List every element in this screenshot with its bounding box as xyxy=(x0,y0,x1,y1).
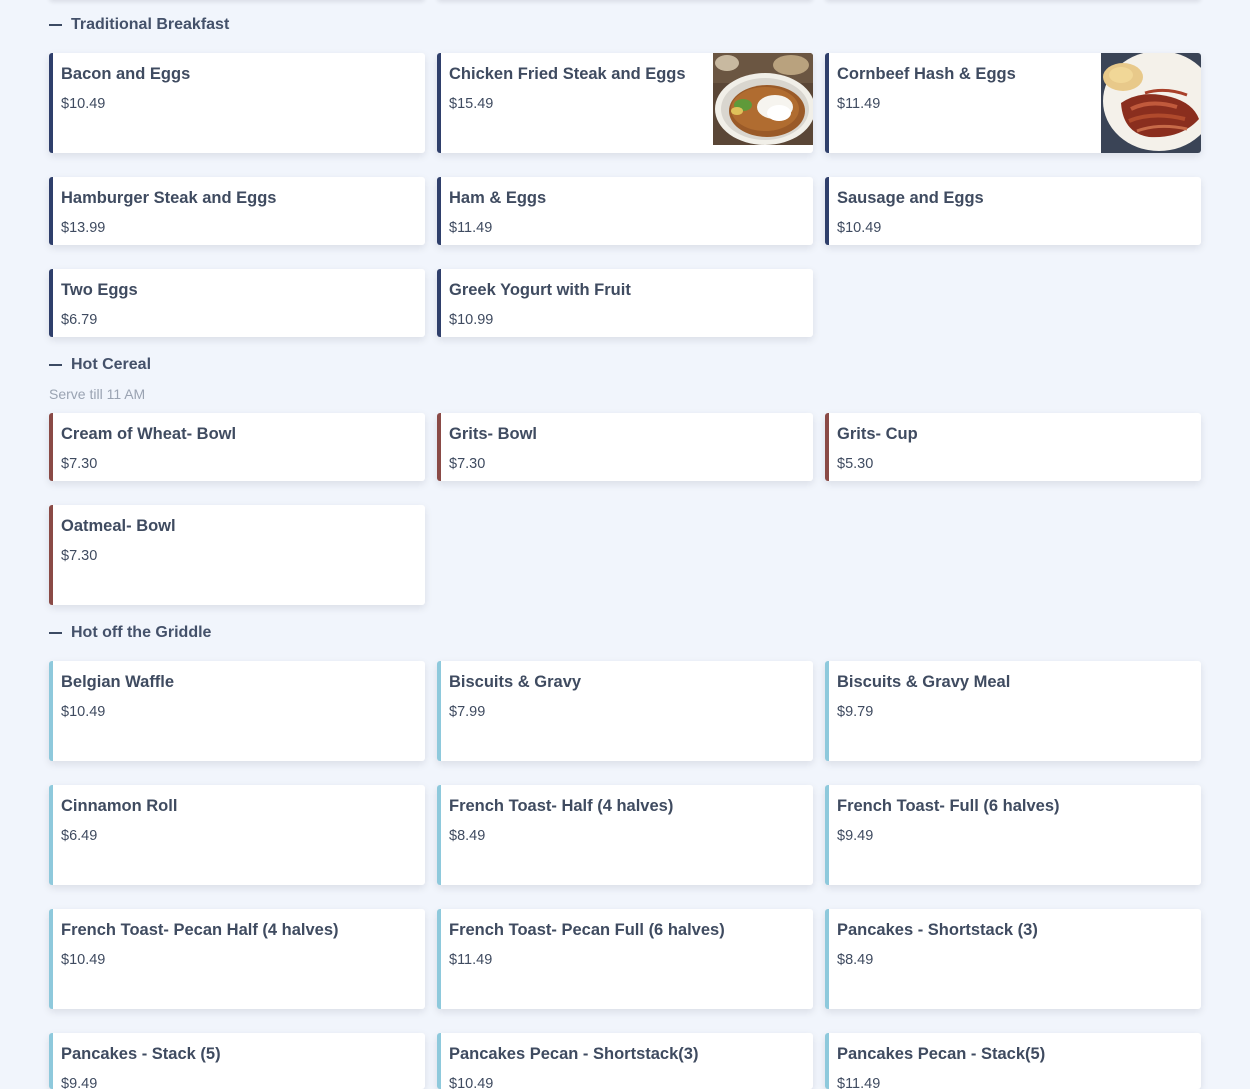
item-price: $11.49 xyxy=(449,220,493,236)
item-name: Grits- Cup xyxy=(837,425,918,443)
item-name: Pancakes - Shortstack (3) xyxy=(837,921,1038,939)
collapse-dash-icon xyxy=(49,24,62,26)
menu-item-card[interactable]: Pancakes - Shortstack (3) $8.49 xyxy=(825,909,1201,1009)
menu-item-card[interactable]: Grits- Cup $5.30 xyxy=(825,413,1201,481)
item-name: Biscuits & Gravy xyxy=(449,673,582,691)
item-price: $5.30 xyxy=(837,456,874,472)
menu-item-card[interactable]: Pancakes - Stack (5) $9.49 xyxy=(49,1033,425,1089)
item-price: $10.99 xyxy=(449,312,494,328)
item-price: $9.49 xyxy=(837,828,874,844)
section-header-traditional-breakfast[interactable]: Traditional Breakfast xyxy=(49,13,229,37)
item-name: Pancakes Pecan - Shortstack(3) xyxy=(449,1045,699,1063)
item-name: French Toast- Pecan Half (4 halves) xyxy=(61,921,339,939)
item-name: Cinnamon Roll xyxy=(61,797,178,815)
menu-item-card[interactable]: Ham & Eggs $11.49 xyxy=(437,177,813,245)
item-name: Biscuits & Gravy Meal xyxy=(837,673,1011,691)
item-name: Cornbeef Hash & Eggs xyxy=(837,65,1016,83)
item-price: $11.49 xyxy=(837,1076,881,1089)
item-price: $10.49 xyxy=(449,1076,494,1089)
item-name: Pancakes Pecan - Stack(5) xyxy=(837,1045,1046,1063)
section-title: Hot off the Griddle xyxy=(71,624,212,641)
item-price: $7.30 xyxy=(61,548,98,564)
item-name: Sausage and Eggs xyxy=(837,189,984,207)
menu-item-card[interactable]: Oatmeal- Bowl $7.30 xyxy=(49,505,425,605)
menu-item-card[interactable]: French Toast- Half (4 halves) $8.49 xyxy=(437,785,813,885)
item-price: $8.49 xyxy=(449,828,486,844)
menu-item-card[interactable]: Pancakes Pecan - Shortstack(3) $10.49 xyxy=(437,1033,813,1089)
menu-item-card[interactable]: Cinnamon Roll $6.49 xyxy=(49,785,425,885)
menu-item-card[interactable]: Two Eggs $6.79 xyxy=(49,269,425,337)
item-name: Hamburger Steak and Eggs xyxy=(61,189,277,207)
collapse-dash-icon xyxy=(49,632,62,634)
menu-item-card[interactable]: Chicken Fried Steak and Eggs $15.49 xyxy=(437,53,813,153)
section-note: Serve till 11 AM xyxy=(49,386,146,402)
item-price: $7.30 xyxy=(61,456,98,472)
item-price: $10.49 xyxy=(61,952,106,968)
item-price: $9.79 xyxy=(837,704,874,720)
item-name: Chicken Fried Steak and Eggs xyxy=(449,65,686,83)
section-header-hot-off-the-griddle[interactable]: Hot off the Griddle xyxy=(49,621,211,645)
item-name: Grits- Bowl xyxy=(449,425,538,443)
menu-item-card[interactable]: Biscuits & Gravy $7.99 xyxy=(437,661,813,761)
item-price: $10.49 xyxy=(61,704,106,720)
menu-item-card[interactable]: French Toast- Pecan Full (6 halves) $11.… xyxy=(437,909,813,1009)
menu-item-card[interactable]: Bacon and Eggs $10.49 xyxy=(49,53,425,153)
menu-item-card[interactable]: Cornbeef Hash & Eggs $11.49 xyxy=(825,53,1201,153)
item-name: Bacon and Eggs xyxy=(61,65,191,83)
menu-item-card[interactable]: Pancakes Pecan - Stack(5) $11.49 xyxy=(825,1033,1201,1089)
menu-item-card[interactable]: Belgian Waffle $10.49 xyxy=(49,661,425,761)
menu-item-card[interactable]: Hamburger Steak and Eggs $13.99 xyxy=(49,177,425,245)
item-price: $7.99 xyxy=(449,704,486,720)
item-price: $10.49 xyxy=(61,96,106,112)
menu-item-card[interactable]: French Toast- Pecan Half (4 halves) $10.… xyxy=(49,909,425,1009)
menu-item-card[interactable]: Greek Yogurt with Fruit $10.99 xyxy=(437,269,813,337)
collapse-dash-icon xyxy=(49,364,62,366)
item-name: Cream of Wheat- Bowl xyxy=(61,425,237,443)
menu-item-card[interactable]: Biscuits & Gravy Meal $9.79 xyxy=(825,661,1201,761)
item-price: $6.79 xyxy=(61,312,98,328)
item-name: Pancakes - Stack (5) xyxy=(61,1045,221,1063)
item-price: $6.49 xyxy=(61,828,98,844)
chicken-fried-steak-photo xyxy=(713,53,813,145)
menu-item-card[interactable]: Cream of Wheat- Bowl $7.30 xyxy=(49,413,425,481)
section-title: Traditional Breakfast xyxy=(71,16,230,33)
menu-item-card[interactable]: French Toast- Full (6 halves) $9.49 xyxy=(825,785,1201,885)
cornbeef-hash-bacon-photo xyxy=(1101,53,1201,153)
item-name: Ham & Eggs xyxy=(449,189,547,207)
item-name: Belgian Waffle xyxy=(61,673,175,691)
item-price: $11.49 xyxy=(837,96,881,112)
item-name: Oatmeal- Bowl xyxy=(61,517,176,535)
item-price: $8.49 xyxy=(837,952,874,968)
item-name: Two Eggs xyxy=(61,281,138,299)
item-price: $10.49 xyxy=(837,220,882,236)
item-price: $13.99 xyxy=(61,220,106,236)
item-price: $15.49 xyxy=(449,96,494,112)
item-name: French Toast- Pecan Full (6 halves) xyxy=(449,921,725,939)
item-name: French Toast- Full (6 halves) xyxy=(837,797,1060,815)
item-price: $7.30 xyxy=(449,456,486,472)
item-price: $11.49 xyxy=(449,952,493,968)
item-name: Greek Yogurt with Fruit xyxy=(449,281,631,299)
section-title: Hot Cereal xyxy=(71,356,152,373)
item-price: $9.49 xyxy=(61,1076,98,1089)
section-header-hot-cereal[interactable]: Hot Cereal xyxy=(49,353,151,377)
menu-item-card[interactable]: Sausage and Eggs $10.49 xyxy=(825,177,1201,245)
menu-item-card[interactable]: Grits- Bowl $7.30 xyxy=(437,413,813,481)
item-name: French Toast- Half (4 halves) xyxy=(449,797,674,815)
